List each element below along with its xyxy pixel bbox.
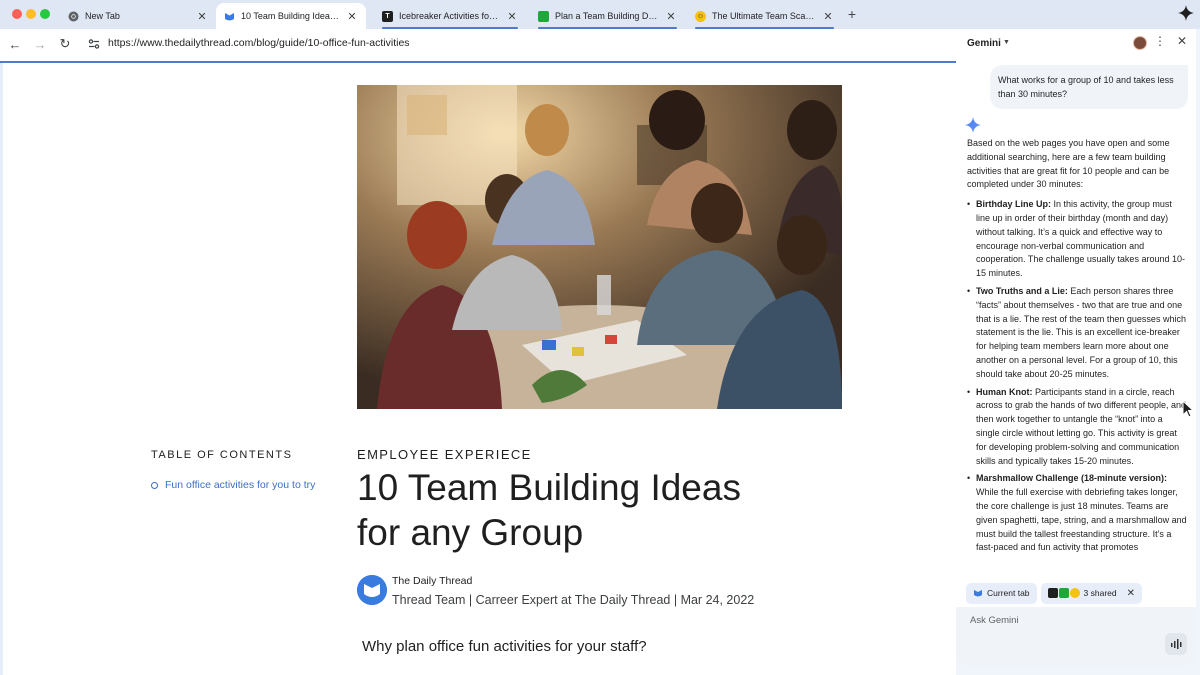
context-chips: Current tab 3 shared ✕ (966, 582, 1146, 604)
forward-arrow-icon[interactable]: → (30, 34, 50, 54)
chrome-icon (68, 11, 79, 22)
reload-icon[interactable]: ↻ (55, 34, 75, 54)
avatar[interactable] (1133, 36, 1147, 50)
gemini-sparkle-icon[interactable] (1178, 5, 1194, 21)
address-bar[interactable]: https://www.thedailythread.com/blog/guid… (108, 37, 410, 49)
activity-name: Human Knot: (976, 386, 1033, 397)
hero-image-team-game (357, 85, 842, 409)
page-title: 10 Team Building Ideas for any Group (357, 465, 777, 555)
gemini-title[interactable]: Gemini (967, 38, 1001, 49)
window-zoom-button[interactable] (40, 9, 50, 19)
page-title-line: 10 Team Building Ideas (357, 467, 741, 508)
byline: Thread Team | Carreer Expert at The Dail… (392, 593, 755, 607)
gemini-side-panel: Gemini ▼ ⋮ ✕ What works for a group of 1… (956, 29, 1200, 675)
chevron-down-icon[interactable]: ▼ (1003, 39, 1010, 46)
tab-title: Plan a Team Building Day That Works (555, 11, 659, 21)
tab-strip: New Tab ✕ 10 Team Building Ideas for any… (0, 0, 1200, 29)
toc-item[interactable]: Fun office activities for you to try (151, 479, 315, 491)
web-page: TABLE OF CONTENTS Fun office activities … (0, 63, 956, 675)
shared-tabs-chip[interactable]: 3 shared ✕ (1040, 582, 1143, 604)
gemini-conversation[interactable]: What works for a group of 10 and takes l… (956, 59, 1196, 575)
response-intro: Based on the web pages you have open and… (967, 138, 1170, 190)
bullet-icon: • (967, 285, 971, 296)
activity-description: Participants stand in a circle, reach ac… (976, 386, 1186, 466)
page-edge (0, 63, 3, 675)
tab-title: New Tab (85, 11, 120, 21)
close-icon[interactable]: ✕ (1175, 34, 1189, 48)
bullet-icon: • (967, 386, 971, 397)
gemini-sparkle-icon (965, 117, 981, 133)
list-item: • Marshmallow Challenge (18-minute versio… (967, 472, 1187, 555)
bullet-icon: • (967, 473, 971, 484)
chip-label: 3 shared (1083, 588, 1117, 598)
more-vert-icon[interactable]: ⋮ (1154, 34, 1166, 48)
activity-list: • Birthday Line Up: In this activity, the… (967, 198, 1187, 555)
tab-plan-team-building-day[interactable]: Plan a Team Building Day That Works ✕ (530, 3, 685, 29)
toc-bullet-icon (151, 481, 158, 489)
browser-toolbar: ← → ↻ https://www.thedailythread.com/blo… (0, 29, 956, 59)
back-arrow-icon[interactable]: ← (5, 34, 25, 54)
section-heading: Why plan office fun activities for your … (362, 638, 647, 655)
gemini-response: Based on the web pages you have open and… (967, 137, 1187, 559)
page-title-line: for any Group (357, 512, 584, 553)
close-icon[interactable]: ✕ (822, 10, 834, 23)
tab-title: Icebreaker Activities for Your Team (399, 11, 500, 21)
list-item: • Two Truths and a Lie: Each person share… (967, 285, 1187, 382)
remove-shared-icon[interactable]: ✕ (1127, 588, 1135, 599)
activity-name: Marshmallow Challenge (18-minute version… (976, 473, 1168, 484)
list-item: • Human Knot: Participants stand in a cir… (967, 386, 1187, 469)
author-name[interactable]: The Daily Thread (392, 575, 472, 587)
black-square-icon: T (382, 10, 393, 22)
activity-description: Each person shares three “facts” about t… (976, 285, 1186, 379)
green-square-icon (538, 10, 549, 22)
mouse-pointer-icon (1182, 400, 1194, 418)
site-settings-icon[interactable] (88, 38, 100, 50)
window-minimize-button[interactable] (26, 9, 36, 19)
tab-new-tab[interactable]: New Tab ✕ (60, 3, 216, 29)
tab-team-building-ideas[interactable]: 10 Team Building Ideas for any Group ✕ (216, 3, 366, 29)
close-icon[interactable]: ✕ (665, 10, 677, 23)
close-icon[interactable]: ✕ (506, 10, 518, 23)
activity-description: In this activity, the group must line up… (976, 199, 1185, 279)
window-close-button[interactable] (12, 9, 22, 19)
ask-gemini-input[interactable]: Ask Gemini (956, 607, 1196, 667)
bullet-icon: • (967, 199, 971, 210)
activity-name: Birthday Line Up: (976, 199, 1052, 210)
activity-name: Two Truths and a Lie: (976, 285, 1068, 296)
activity-description: While the full exercise with debriefing … (976, 487, 1187, 553)
new-tab-icon[interactable]: + (845, 6, 859, 22)
ask-placeholder: Ask Gemini (970, 615, 1019, 626)
green-square-icon (1058, 588, 1069, 598)
article-category: EMPLOYEE EXPERIECE (357, 447, 532, 462)
black-square-icon (1047, 588, 1058, 598)
toc-item-label: Fun office activities for you to try (165, 479, 316, 491)
yellow-smiley-icon: ☺ (695, 10, 706, 22)
toc-heading: TABLE OF CONTENTS (151, 449, 293, 461)
close-icon[interactable]: ✕ (196, 10, 208, 23)
yellow-smiley-icon (1069, 588, 1080, 598)
voice-input-icon[interactable] (1165, 633, 1187, 655)
daily-thread-icon (974, 590, 982, 597)
tab-icebreaker-activities[interactable]: T Icebreaker Activities for Your Team ✕ (374, 3, 526, 29)
tab-title: 10 Team Building Ideas for any Group (241, 11, 340, 21)
list-item: • Birthday Line Up: In this activity, the… (967, 198, 1187, 281)
current-tab-chip[interactable]: Current tab (966, 582, 1037, 604)
tab-title: The Ultimate Team Scavenger Hunt (712, 11, 816, 21)
author-avatar (357, 575, 387, 605)
chip-label: Current tab (987, 588, 1030, 598)
user-prompt-bubble: What works for a group of 10 and takes l… (990, 65, 1188, 109)
daily-thread-icon (224, 11, 235, 22)
gemini-card: Gemini ▼ ⋮ ✕ What works for a group of 1… (956, 29, 1196, 667)
close-icon[interactable]: ✕ (346, 10, 358, 23)
tab-scavenger-hunt[interactable]: ☺ The Ultimate Team Scavenger Hunt ✕ (687, 3, 842, 29)
